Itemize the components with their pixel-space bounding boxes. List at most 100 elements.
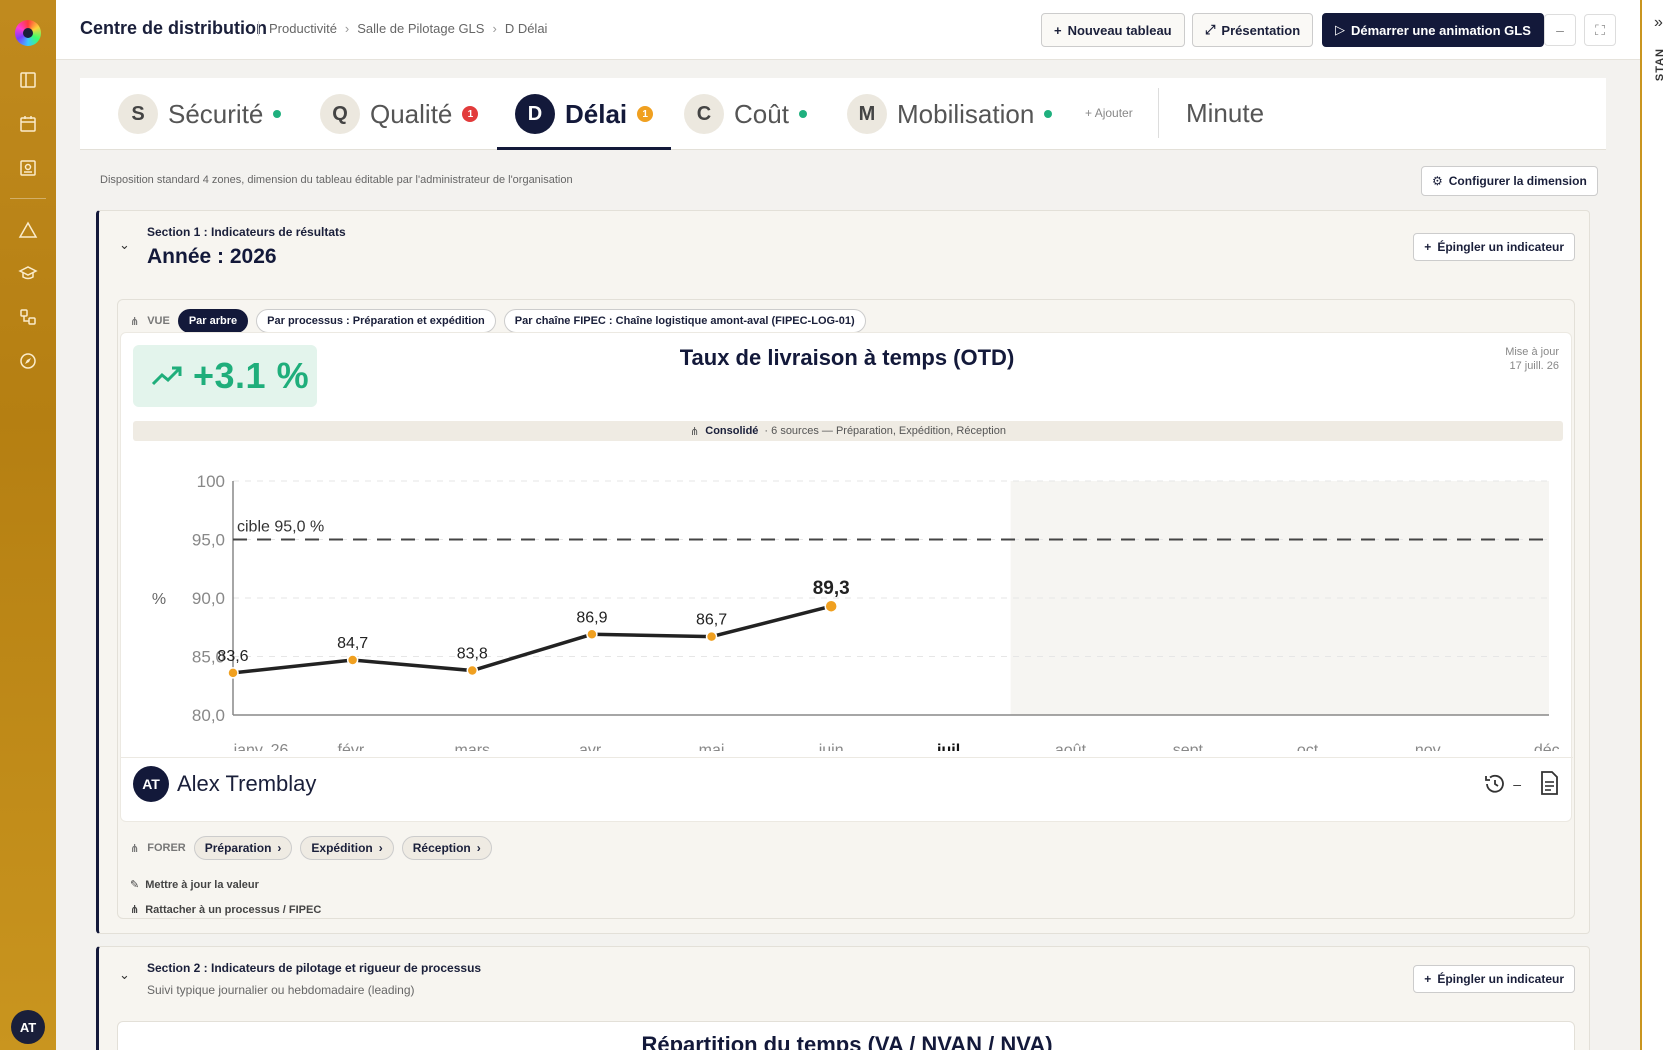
x-tick-label: juil. xyxy=(936,742,965,751)
pin-indicator-label: Épingler un indicateur xyxy=(1437,972,1564,986)
view-chip-fipec[interactable]: Par chaîne FIPEC : Chaîne logistique amo… xyxy=(503,309,866,333)
series-line xyxy=(232,604,832,675)
fullscreen-icon: ⛶ xyxy=(1595,21,1605,38)
left-nav-rail: AT xyxy=(0,0,56,1050)
tab-letter-badge: D xyxy=(515,94,555,134)
plus-icon: + xyxy=(1424,972,1432,986)
data-point xyxy=(227,667,239,679)
compass-icon[interactable] xyxy=(18,351,38,371)
y-tick-label: 95,0 xyxy=(192,531,225,550)
breadcrumb-item[interactable]: Salle de Pilotage GLS xyxy=(357,21,484,36)
data-point xyxy=(586,628,598,641)
tab-minute[interactable]: Minute xyxy=(1186,98,1264,129)
pin-indicator-button[interactable]: + Épingler un indicateur xyxy=(1413,965,1575,993)
tab-qualite[interactable]: Q Qualité 1 xyxy=(320,78,479,150)
last-updated-date: 17 juill. 26 xyxy=(1509,360,1559,372)
tab-mobilisation[interactable]: M Mobilisation xyxy=(847,78,1053,150)
otd-line-chart: 80,085,090,095,0100%cible 95,0 %janv. 26… xyxy=(152,472,1563,751)
tab-letter-badge: C xyxy=(684,94,724,134)
data-point xyxy=(346,654,359,666)
right-panel-rail: » STAN xyxy=(1640,0,1680,1050)
page-title: Centre de distribution xyxy=(80,18,268,38)
x-tick-label: sept. xyxy=(1173,742,1208,751)
board-icon[interactable] xyxy=(18,158,38,178)
add-tab-label: Ajouter xyxy=(1094,106,1133,120)
target-label: cible 95,0 % xyxy=(237,519,324,536)
sidebar-panel-icon[interactable] xyxy=(18,70,38,90)
history-value: – xyxy=(1513,776,1521,792)
view-chip-tree[interactable]: Par arbre xyxy=(177,309,249,333)
app-logo[interactable] xyxy=(15,20,41,46)
attach-process-label: Rattacher à un processus / FIPEC xyxy=(145,903,322,916)
data-label: 86,9 xyxy=(576,609,607,626)
percent-icon: % xyxy=(152,591,166,608)
collapse-chevron-icon[interactable]: ⌄ xyxy=(119,237,130,253)
presentation-button[interactable]: ⤢ Présentation xyxy=(1192,13,1314,47)
configure-dimension-button[interactable]: ⚙ Configurer la dimension xyxy=(1421,166,1598,196)
board-description: Disposition standard 4 zones, dimension … xyxy=(100,174,573,186)
presentation-label: Présentation xyxy=(1221,22,1301,38)
history-button[interactable]: – xyxy=(1483,772,1521,796)
tab-label: Qualité xyxy=(370,98,453,129)
new-board-button[interactable]: + Nouveau tableau xyxy=(1041,13,1185,47)
owner-avatar: AT xyxy=(133,766,169,802)
collapse-chevron-icon[interactable]: ⌄ xyxy=(119,967,130,983)
breadcrumb-item[interactable]: Productivité xyxy=(269,21,337,36)
tab-delai[interactable]: D Délai 1 xyxy=(496,78,672,150)
drilldown-chip-preparation[interactable]: Préparation › xyxy=(193,836,293,860)
process-flow-icon[interactable] xyxy=(18,307,38,327)
history-icon xyxy=(1485,774,1505,793)
view-chip-process[interactable]: Par processus : Préparation et expéditio… xyxy=(256,309,496,333)
view-label: VUE xyxy=(147,315,170,327)
x-tick-label: août xyxy=(1055,742,1087,751)
minimize-button[interactable]: – xyxy=(1544,14,1576,46)
pin-indicator-label: Épingler un indicateur xyxy=(1437,240,1564,254)
alert-count-badge: 1 xyxy=(637,106,654,122)
pin-indicator-button[interactable]: + Épingler un indicateur xyxy=(1413,233,1575,261)
data-label: 83,8 xyxy=(457,646,488,663)
owner-name: Alex Tremblay xyxy=(177,771,317,796)
add-tab-button[interactable]: + Ajouter xyxy=(1085,106,1133,120)
warning-icon[interactable] xyxy=(18,220,38,240)
expand-arrows-icon: ⤢ xyxy=(1205,22,1216,37)
dimension-tabs: S Sécurité Q Qualité 1 D Délai 1 C Coût … xyxy=(80,78,1606,150)
y-tick-label: 90,0 xyxy=(192,589,225,608)
tab-label: Coût xyxy=(734,98,789,129)
fullscreen-button[interactable]: ⛶ xyxy=(1584,14,1616,46)
start-animation-button[interactable]: ▷ Démarrer une animation GLS xyxy=(1322,13,1544,47)
tab-cout[interactable]: C Coût xyxy=(684,78,807,150)
chevron-right-icon: › xyxy=(277,841,282,855)
breadcrumb-chevron-icon: › xyxy=(492,21,497,36)
update-value-link[interactable]: ✎ Mettre à jour la valeur xyxy=(130,878,259,892)
status-dot xyxy=(798,110,807,118)
graduation-cap-icon[interactable] xyxy=(18,263,38,283)
user-avatar[interactable]: AT xyxy=(11,1010,45,1044)
kpi-panel: +3.1 % Taux de livraison à temps (OTD) M… xyxy=(120,332,1573,822)
section-results: ⌄ Section 1 : Indicateurs de résultats A… xyxy=(96,210,1590,934)
breadcrumb-item[interactable]: D Délai xyxy=(505,21,548,36)
drilldown-chip-expedition[interactable]: Expédition › xyxy=(300,836,394,860)
document-icon[interactable] xyxy=(1537,770,1561,796)
x-tick-label: févr. xyxy=(338,742,368,751)
tree-icon: ⋔ xyxy=(130,315,140,328)
x-tick-label: mai xyxy=(699,742,725,751)
consolidated-label: Consolidé xyxy=(705,425,759,437)
tab-securite[interactable]: S Sécurité xyxy=(118,78,282,150)
tree-icon: ⋔ xyxy=(130,904,140,916)
chevron-right-icon: › xyxy=(378,841,383,855)
tab-label: Délai xyxy=(565,98,628,129)
calendar-icon[interactable] xyxy=(18,114,38,134)
expand-panel-icon[interactable]: » xyxy=(1654,14,1663,32)
last-updated-label: Mise à jour xyxy=(1505,346,1559,358)
data-label: 83,6 xyxy=(217,648,248,665)
sources-text: · 6 sources — Préparation, Expédition, R… xyxy=(764,425,1006,437)
section-title: Section 1 : Indicateurs de résultats xyxy=(147,225,346,239)
x-tick-label: juin xyxy=(818,742,844,751)
data-label: 86,7 xyxy=(696,612,727,629)
kpi-owner-row: AT Alex Tremblay – xyxy=(121,757,1573,813)
drilldown-chip-reception[interactable]: Réception › xyxy=(401,836,492,860)
minus-icon: – xyxy=(1556,22,1564,38)
chip-label: Préparation xyxy=(204,841,272,855)
drilldown-row: ⋔ FORER Préparation › Expédition › Récepti… xyxy=(130,836,492,860)
attach-process-link[interactable]: ⋔ Rattacher à un processus / FIPEC xyxy=(130,903,322,917)
